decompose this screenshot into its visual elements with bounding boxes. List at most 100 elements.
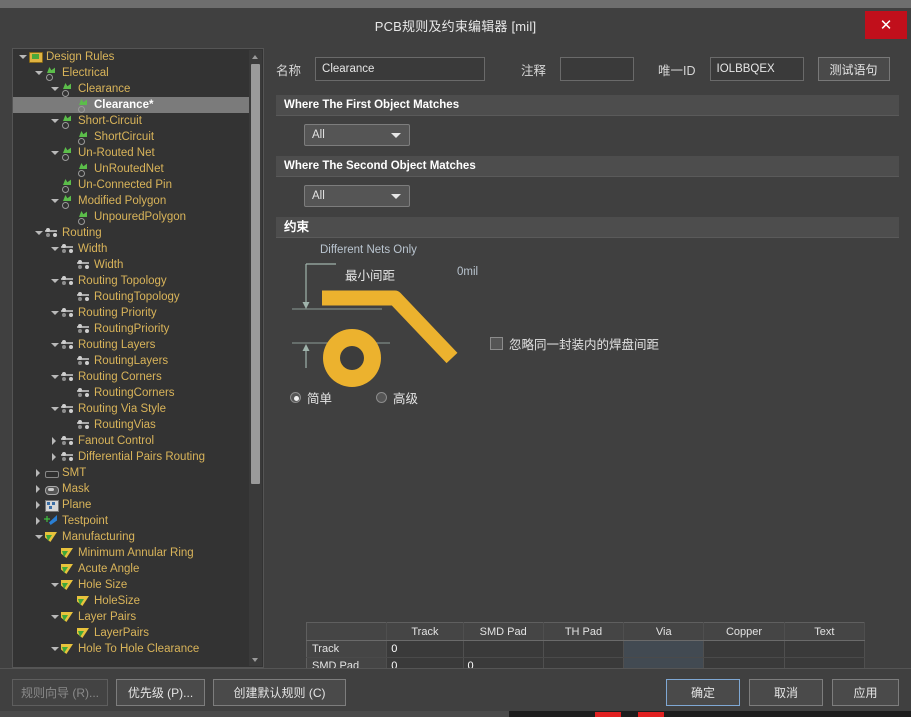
chevron-down-icon[interactable] — [49, 81, 60, 97]
chevron-down-icon[interactable] — [49, 369, 60, 385]
tree-item-routingpriority[interactable]: RoutingPriority — [13, 321, 251, 337]
chevron-down-icon[interactable] — [49, 305, 60, 321]
cancel-button[interactable]: 取消 — [749, 679, 823, 706]
tree-item-un-connected-pin[interactable]: Un-Connected Pin — [13, 177, 251, 193]
matrix-col-header-th-pad[interactable]: TH Pad — [543, 622, 625, 641]
tree-item-fanout-control[interactable]: Fanout Control — [13, 433, 251, 449]
tree-item-routingcorners[interactable]: RoutingCorners — [13, 385, 251, 401]
tree-item-unroutednet[interactable]: UnRoutedNet — [13, 161, 251, 177]
tree-item-label: Width — [78, 243, 108, 255]
tree-item-hole-to-hole-clearance[interactable]: Hole To Hole Clearance — [13, 641, 251, 657]
matrix-cell[interactable]: 0 — [386, 640, 464, 658]
priority-button[interactable]: 优先级 (P)... — [116, 679, 205, 706]
chevron-down-icon[interactable] — [49, 577, 60, 593]
tree-item-width[interactable]: Width — [13, 257, 251, 273]
second-object-scope-select[interactable]: All — [304, 185, 410, 207]
tree-item-routing-priority[interactable]: Routing Priority — [13, 305, 251, 321]
tree-scroll-area[interactable]: Design Rules Electrical Clearance Clearance… — [13, 49, 251, 667]
tree-scrollbar[interactable] — [249, 50, 262, 666]
ignore-pad-clearance-row[interactable]: 忽略同一封装内的焊盘间距 — [490, 334, 659, 353]
chevron-down-icon[interactable] — [49, 273, 60, 289]
tree-item-clearance[interactable]: Clearance* — [13, 97, 251, 113]
tree-item-layerpairs[interactable]: LayerPairs — [13, 625, 251, 641]
chevron-right-icon[interactable] — [33, 497, 44, 513]
matrix-corner-header[interactable] — [306, 622, 388, 641]
unique-id-input[interactable]: IOLBBQEX — [709, 57, 804, 81]
tree-item-smt[interactable]: SMT — [13, 465, 251, 481]
scrollbar-thumb[interactable] — [251, 64, 260, 484]
tree-item-routing-corners[interactable]: Routing Corners — [13, 369, 251, 385]
tree-item-layer-pairs[interactable]: Layer Pairs — [13, 609, 251, 625]
scroll-up-icon[interactable] — [249, 50, 262, 63]
matrix-row-header-track[interactable]: Track — [306, 640, 388, 658]
ignore-pad-clearance-checkbox[interactable] — [490, 337, 503, 350]
tree-item-width[interactable]: Width — [13, 241, 251, 257]
name-input[interactable]: Clearance — [315, 57, 486, 81]
tree-item-acute-angle[interactable]: Acute Angle — [13, 561, 251, 577]
tree-item-design-rules[interactable]: Design Rules — [13, 49, 251, 65]
matrix-col-header-copper[interactable]: Copper — [703, 622, 785, 641]
chevron-right-icon[interactable] — [49, 449, 60, 465]
tree-item-label: Routing Layers — [78, 339, 156, 351]
chevron-down-icon[interactable] — [17, 49, 28, 65]
chevron-down-icon[interactable] — [33, 529, 44, 545]
chevron-down-icon[interactable] — [33, 65, 44, 81]
chevron-down-icon[interactable] — [33, 225, 44, 241]
tree-item-routingvias[interactable]: RoutingVias — [13, 417, 251, 433]
scroll-down-icon[interactable] — [249, 653, 262, 666]
create-default-button[interactable]: 创建默认规则 (C) — [213, 679, 346, 706]
matrix-col-header-track[interactable]: Track — [386, 622, 464, 641]
table-row[interactable]: Track 0 — [306, 640, 866, 658]
close-icon[interactable]: ✕ — [865, 11, 907, 39]
mode-advanced-radio[interactable] — [376, 392, 388, 403]
tree-item-routingtopology[interactable]: RoutingTopology — [13, 289, 251, 305]
chevron-right-icon[interactable] — [33, 465, 44, 481]
chevron-down-icon[interactable] — [49, 337, 60, 353]
tree-item-unpouredpolygon[interactable]: UnpouredPolygon — [13, 209, 251, 225]
tree-item-routing[interactable]: Routing — [13, 225, 251, 241]
tree-item-mask[interactable]: Mask — [13, 481, 251, 497]
comment-input[interactable] — [560, 57, 635, 81]
tree-item-manufacturing[interactable]: Manufacturing — [13, 529, 251, 545]
chevron-right-icon[interactable] — [33, 481, 44, 497]
chevron-down-icon[interactable] — [49, 641, 60, 657]
matrix-col-header-via[interactable]: Via — [623, 622, 705, 641]
tree-item-routing-via-style[interactable]: Routing Via Style — [13, 401, 251, 417]
tree-item-un-routed-net[interactable]: Un-Routed Net — [13, 145, 251, 161]
ok-button[interactable]: 确定 — [666, 679, 740, 706]
chevron-down-icon[interactable] — [49, 113, 60, 129]
test-query-button[interactable]: 测试语句 — [817, 57, 890, 81]
tree-item-hole-size[interactable]: Hole Size — [13, 577, 251, 593]
routing-icon — [60, 338, 75, 352]
tree-item-short-circuit[interactable]: Short-Circuit — [13, 113, 251, 129]
chevron-right-icon[interactable] — [33, 513, 44, 529]
tree-item-label: Differential Pairs Routing — [78, 451, 205, 463]
design-rules-tree[interactable]: Design Rules Electrical Clearance Clearance… — [12, 48, 264, 668]
tree-item-plane[interactable]: Plane — [13, 497, 251, 513]
apply-button[interactable]: 应用 — [832, 679, 899, 706]
tree-item-modified-polygon[interactable]: Modified Polygon — [13, 193, 251, 209]
tree-item-minimum-annular-ring[interactable]: Minimum Annular Ring — [13, 545, 251, 561]
matrix-col-header-text[interactable]: Text — [784, 622, 866, 641]
tree-item-holesize[interactable]: HoleSize — [13, 593, 251, 609]
first-object-scope-select[interactable]: All — [304, 124, 410, 146]
tree-item-testpoint[interactable]: Testpoint — [13, 513, 251, 529]
tree-item-electrical[interactable]: Electrical — [13, 65, 251, 81]
rule-wizard-button[interactable]: 规则向导 (R)... — [12, 679, 108, 706]
matrix-col-header-smd-pad[interactable]: SMD Pad — [463, 622, 544, 641]
chevron-down-icon[interactable] — [49, 401, 60, 417]
tree-item-routing-topology[interactable]: Routing Topology — [13, 273, 251, 289]
tree-item-routing-layers[interactable]: Routing Layers — [13, 337, 251, 353]
tree-item-shortcircuit[interactable]: ShortCircuit — [13, 129, 251, 145]
chevron-down-icon[interactable] — [49, 609, 60, 625]
chevron-down-icon[interactable] — [49, 241, 60, 257]
chevron-right-icon[interactable] — [49, 433, 60, 449]
tree-item-differential-pairs-routing[interactable]: Differential Pairs Routing — [13, 449, 251, 465]
tree-item-routinglayers[interactable]: RoutingLayers — [13, 353, 251, 369]
chevron-down-icon[interactable] — [49, 193, 60, 209]
chevron-down-icon[interactable] — [49, 145, 60, 161]
tree-item-clearance[interactable]: Clearance — [13, 81, 251, 97]
mode-radio-group[interactable]: 简单 高级 — [290, 388, 462, 407]
mode-simple-radio[interactable] — [290, 392, 301, 403]
